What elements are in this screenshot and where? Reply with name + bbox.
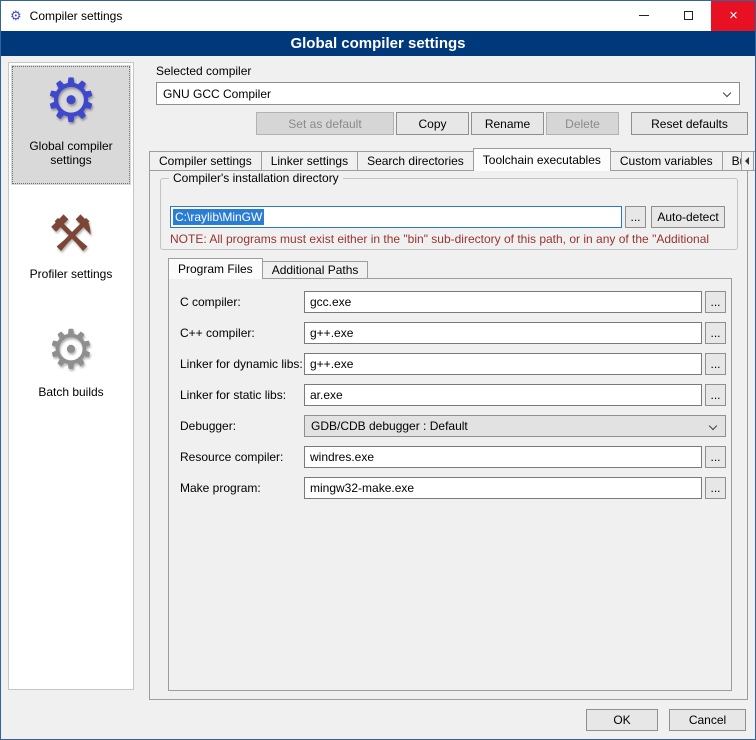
- debugger-select[interactable]: GDB/CDB debugger : Default: [304, 415, 726, 437]
- sidebar-item-profiler-settings[interactable]: ⚒ Profiler settings: [11, 203, 131, 287]
- form-row-debugger: Debugger: GDB/CDB debugger : Default: [169, 415, 731, 437]
- cpp-compiler-input[interactable]: [304, 322, 702, 344]
- program-files-tabstrip: Program Files Additional Paths: [168, 258, 368, 279]
- compiler-settings-window: ⚙ Compiler settings × Global compiler se…: [0, 0, 756, 740]
- tab-compiler-settings[interactable]: Compiler settings: [149, 151, 262, 171]
- blue-gear-icon: ⚙: [44, 71, 98, 131]
- sidebar-item-batch-builds[interactable]: ⚙ Batch builds: [11, 317, 131, 405]
- form-row-cpp-compiler: C++ compiler: ...: [169, 322, 731, 344]
- maximize-icon: [684, 11, 693, 20]
- arrow-left-icon: [745, 157, 749, 165]
- sidebar-item-label: Batch builds: [38, 385, 103, 399]
- toolchain-executables-panel: Compiler's installation directory C:\ray…: [149, 170, 748, 700]
- compiler-select-value: GNU GCC Compiler: [163, 87, 271, 101]
- debugger-label: Debugger:: [180, 419, 236, 433]
- browse-directory-button[interactable]: ...: [625, 206, 646, 228]
- tab-additional-paths[interactable]: Additional Paths: [263, 261, 369, 279]
- compiler-actions: Set as default Copy Rename Delete Reset …: [256, 112, 748, 135]
- set-as-default-button[interactable]: Set as default: [256, 112, 394, 135]
- installation-directory-value: C:\raylib\MinGW: [173, 209, 264, 225]
- sidebar-item-label: Global compiler settings: [13, 139, 129, 167]
- maximize-button[interactable]: [666, 0, 711, 31]
- tab-toolchain-executables[interactable]: Toolchain executables: [473, 148, 611, 171]
- sidebar-item-global-compiler-settings[interactable]: ⚙ Global compiler settings: [11, 65, 131, 185]
- close-icon: ×: [729, 7, 738, 24]
- resource-compiler-browse-button[interactable]: ...: [705, 446, 726, 468]
- make-program-input[interactable]: [304, 477, 702, 499]
- tab-scroll-left-button[interactable]: [741, 151, 754, 171]
- chevron-down-icon: [709, 422, 717, 430]
- tab-search-directories[interactable]: Search directories: [358, 151, 474, 171]
- form-row-make-program: Make program: ...: [169, 477, 731, 499]
- close-button[interactable]: ×: [711, 0, 756, 31]
- static-linker-label: Linker for static libs:: [180, 388, 286, 402]
- dynamic-linker-browse-button[interactable]: ...: [705, 353, 726, 375]
- compiler-select[interactable]: GNU GCC Compiler: [156, 82, 740, 105]
- settings-tabstrip: Compiler settings Linker settings Search…: [149, 148, 748, 171]
- auto-detect-button[interactable]: Auto-detect: [651, 206, 725, 228]
- resource-compiler-label: Resource compiler:: [180, 450, 283, 464]
- rename-button[interactable]: Rename: [471, 112, 544, 135]
- installation-directory-label: Compiler's installation directory: [169, 171, 343, 185]
- chevron-down-icon: [723, 89, 731, 97]
- dynamic-linker-label: Linker for dynamic libs:: [180, 357, 303, 371]
- c-compiler-input[interactable]: [304, 291, 702, 313]
- hammer-icon: ⚒: [49, 209, 94, 259]
- titlebar: ⚙ Compiler settings ×: [0, 0, 756, 31]
- dynamic-linker-input[interactable]: [304, 353, 702, 375]
- form-row-dynamic-linker: Linker for dynamic libs: ...: [169, 353, 731, 375]
- debugger-select-value: GDB/CDB debugger : Default: [311, 419, 468, 433]
- cpp-compiler-label: C++ compiler:: [180, 326, 255, 340]
- form-row-c-compiler: C compiler: ...: [169, 291, 731, 313]
- caption-buttons: ×: [621, 0, 756, 31]
- installation-directory-input[interactable]: C:\raylib\MinGW: [170, 206, 622, 228]
- selected-compiler-label: Selected compiler: [156, 64, 251, 78]
- dialog-header-title: Global compiler settings: [0, 31, 756, 56]
- tab-build-options[interactable]: Buil: [723, 151, 741, 171]
- ok-button[interactable]: OK: [586, 709, 658, 731]
- minimize-icon: [639, 15, 649, 16]
- minimize-button[interactable]: [621, 0, 666, 31]
- grey-gear-icon: ⚙: [47, 323, 95, 377]
- form-row-static-linker: Linker for static libs: ...: [169, 384, 731, 406]
- app-gear-icon: ⚙: [10, 9, 22, 22]
- tab-program-files[interactable]: Program Files: [168, 258, 263, 279]
- cpp-compiler-browse-button[interactable]: ...: [705, 322, 726, 344]
- tab-custom-variables[interactable]: Custom variables: [611, 151, 723, 171]
- static-linker-browse-button[interactable]: ...: [705, 384, 726, 406]
- program-files-panel: C compiler: ... C++ compiler: ... Linker…: [168, 278, 732, 691]
- static-linker-input[interactable]: [304, 384, 702, 406]
- tab-scroll-arrows: [741, 151, 756, 171]
- sidebar-item-label: Profiler settings: [30, 267, 113, 281]
- c-compiler-browse-button[interactable]: ...: [705, 291, 726, 313]
- settings-category-list: ⚙ Global compiler settings ⚒ Profiler se…: [8, 62, 134, 690]
- note-text: NOTE: All programs must exist either in …: [170, 232, 755, 246]
- resource-compiler-input[interactable]: [304, 446, 702, 468]
- installation-directory-group: Compiler's installation directory C:\ray…: [160, 178, 738, 250]
- make-program-browse-button[interactable]: ...: [705, 477, 726, 499]
- c-compiler-label: C compiler:: [180, 295, 241, 309]
- tab-linker-settings[interactable]: Linker settings: [262, 151, 358, 171]
- copy-button[interactable]: Copy: [396, 112, 469, 135]
- delete-button[interactable]: Delete: [546, 112, 619, 135]
- make-program-label: Make program:: [180, 481, 261, 495]
- form-row-resource-compiler: Resource compiler: ...: [169, 446, 731, 468]
- cancel-button[interactable]: Cancel: [669, 709, 746, 731]
- window-title: Compiler settings: [30, 9, 123, 23]
- reset-defaults-button[interactable]: Reset defaults: [631, 112, 748, 135]
